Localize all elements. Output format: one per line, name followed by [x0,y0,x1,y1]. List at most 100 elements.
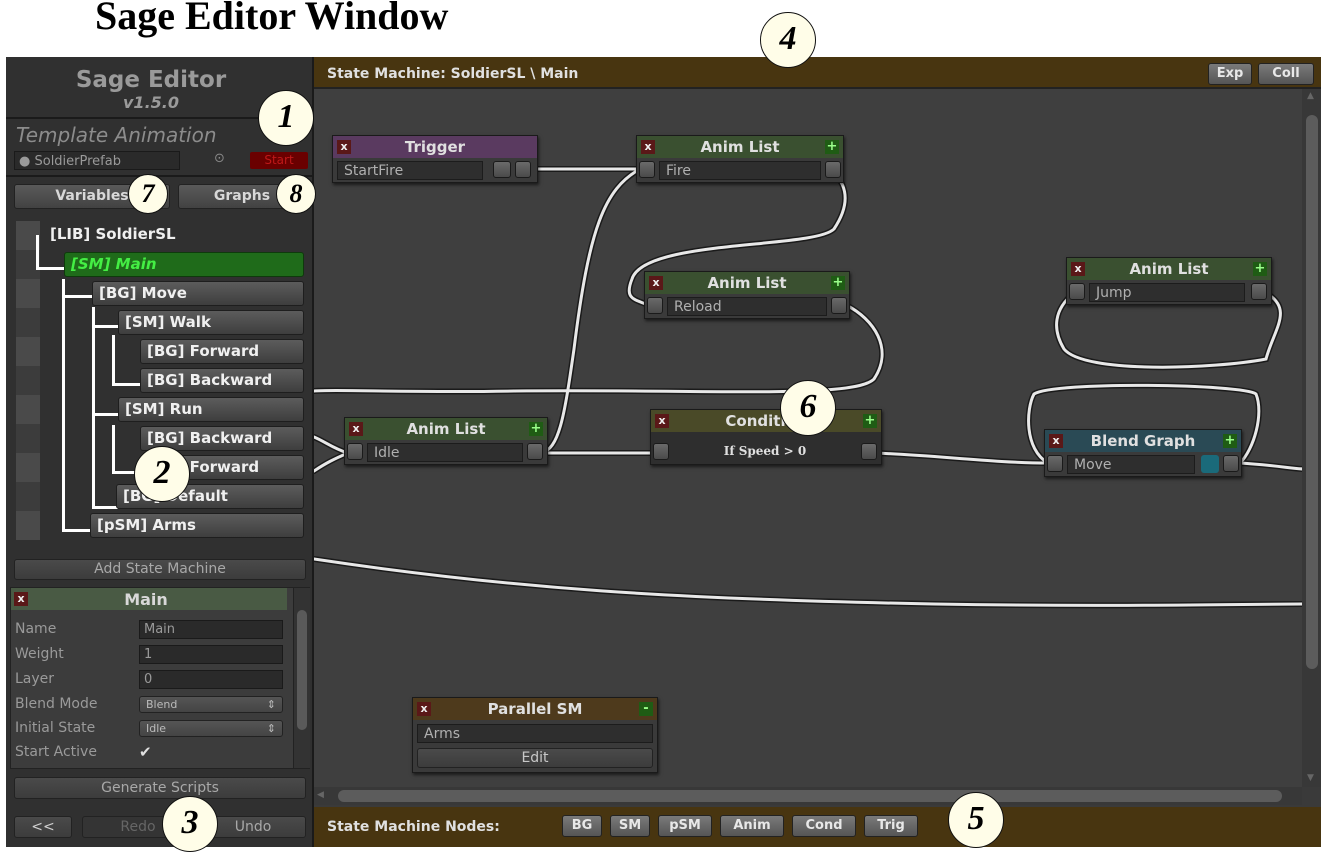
graph-header-bar: State Machine: SoldierSL \ Main Exp Coll [314,57,1321,89]
anim-list-node-reload[interactable]: Anim List x + Reload [644,271,850,319]
condition-node[interactable]: Condition x + If Speed > 0 [650,409,882,465]
node-header[interactable]: Condition [651,410,881,432]
generate-scripts-button[interactable]: Generate Scripts [14,777,306,799]
collapse-button[interactable]: Coll [1258,63,1314,85]
output-port[interactable] [861,443,877,460]
input-port[interactable] [347,443,363,460]
close-icon[interactable]: x [1071,262,1085,276]
add-cond-node-button[interactable]: Cond [792,815,856,837]
trigger-name-field[interactable]: StartFire [337,161,483,180]
back-button[interactable]: << [14,816,72,838]
callout-5: 5 [948,792,1004,848]
collapse-toggle-icon[interactable]: - [639,702,653,716]
anim-field[interactable]: Idle [367,443,523,462]
add-icon[interactable]: + [529,422,543,436]
add-state-machine-button[interactable]: Add State Machine [14,559,306,580]
add-icon[interactable]: + [825,140,839,154]
anim-list-node-idle[interactable]: Anim List x + Idle [344,417,548,465]
start-button[interactable]: Start [250,152,308,169]
input-port[interactable] [639,161,655,178]
trigger-node[interactable]: Trigger x StartFire [332,135,538,183]
add-trig-node-button[interactable]: Trig [864,815,918,837]
scroll-down-icon[interactable]: ▼ [1307,773,1314,783]
node-header[interactable]: Anim List [345,418,547,440]
blend-graph-node[interactable]: Blend Graph x + Move [1044,429,1242,477]
anim-list-node-jump[interactable]: Anim List x + Jump [1066,257,1272,305]
input-port[interactable] [653,443,669,460]
parallel-sm-node[interactable]: Parallel SM x - Arms Edit [412,697,658,773]
graph-canvas[interactable]: Trigger x StartFire Anim List x + Fire A… [314,89,1302,787]
expand-button[interactable]: Exp [1208,63,1252,85]
app-title: Sage Editor [75,67,227,93]
prefab-object-field[interactable]: ● SoldierPrefab [14,151,180,170]
add-sm-node-button[interactable]: SM [610,815,650,837]
add-icon[interactable]: + [1223,434,1237,448]
tree-item-bg-move[interactable]: [BG] Move [92,281,304,306]
scrollbar-thumb[interactable] [338,790,1282,802]
scrollbar-thumb[interactable] [297,610,307,730]
scrollbar-thumb[interactable] [1306,115,1318,669]
close-icon[interactable]: x [655,414,669,428]
tree-item-sm-main[interactable]: [SM] Main [64,252,304,277]
close-icon[interactable]: x [1049,434,1063,448]
parallel-sm-field[interactable]: Arms [417,724,653,743]
close-icon[interactable]: x [641,140,655,154]
input-port[interactable] [647,297,663,314]
add-icon[interactable]: + [1253,262,1267,276]
toggle-port[interactable] [493,161,511,178]
blend-graph-field[interactable]: Move [1067,455,1195,474]
output-port[interactable] [1251,283,1267,300]
start-active-checkbox[interactable]: ✔ [139,744,155,760]
anim-field[interactable]: Reload [667,297,827,316]
graph-horizontal-scrollbar[interactable]: ◀ [314,787,1302,805]
close-icon[interactable]: x [349,422,363,436]
anim-list-node-fire[interactable]: Anim List x + Fire [636,135,844,183]
initial-state-select[interactable]: Idle ⇕ [139,720,283,737]
blend-mode-select[interactable]: Blend ⇕ [139,696,283,713]
graph-vertical-scrollbar[interactable]: ▲ ▼ [1302,89,1321,787]
output-port[interactable] [1223,455,1239,472]
object-picker-icon[interactable]: ⊙ [214,151,225,166]
output-port[interactable] [831,297,847,314]
add-anim-node-button[interactable]: Anim [720,815,784,837]
output-port[interactable] [825,161,841,178]
tree-item-sm-run[interactable]: [SM] Run [118,397,304,422]
tree-item-psm-arms[interactable]: [pSM] Arms [90,513,304,538]
anim-field[interactable]: Jump [1089,283,1245,302]
inspector-panel: x Main Name Main Weight 1 Layer 0 Blend … [10,587,310,769]
close-icon[interactable]: x [649,276,663,290]
node-header[interactable]: Parallel SM [413,698,657,720]
edit-button[interactable]: Edit [417,748,653,768]
tree-item-bg-forward[interactable]: [BG] Forward [140,339,304,364]
add-bg-node-button[interactable]: BG [562,815,602,837]
output-port[interactable] [527,443,543,460]
add-icon[interactable]: + [863,414,877,428]
layer-field[interactable]: 0 [139,670,283,689]
breadcrumb: State Machine: SoldierSL \ Main [327,66,579,82]
input-port[interactable] [1047,455,1063,472]
tree-item-lib-soldiersl[interactable]: [LIB] SoldierSL [44,223,224,248]
inspector-scrollbar[interactable] [293,588,310,768]
add-icon[interactable]: + [831,276,845,290]
node-title: Trigger [404,138,466,156]
sage-editor-window: Sage Editor v1.5.0 Template Animation ● … [6,57,1321,847]
node-header[interactable]: Anim List [645,272,849,294]
scroll-up-icon[interactable]: ▲ [1307,91,1314,101]
tree-item-sm-walk[interactable]: [SM] Walk [118,310,304,335]
anim-field[interactable]: Fire [659,161,821,180]
node-header[interactable]: Anim List [1067,258,1271,280]
close-icon[interactable]: x [337,140,351,154]
scroll-left-icon[interactable]: ◀ [317,790,324,800]
node-header[interactable]: Trigger [333,136,537,158]
tree-item-bg-backward[interactable]: [BG] Backward [140,368,304,393]
input-port[interactable] [1069,283,1085,300]
output-port[interactable] [515,161,531,178]
add-psm-node-button[interactable]: pSM [658,815,712,837]
name-field[interactable]: Main [139,620,283,639]
node-header[interactable]: Blend Graph [1045,430,1241,452]
callout-6: 6 [780,380,836,436]
weight-field[interactable]: 1 [139,645,283,664]
close-icon[interactable]: x [417,702,431,716]
node-header[interactable]: Anim List [637,136,843,158]
edit-graph-icon[interactable] [1201,455,1219,473]
